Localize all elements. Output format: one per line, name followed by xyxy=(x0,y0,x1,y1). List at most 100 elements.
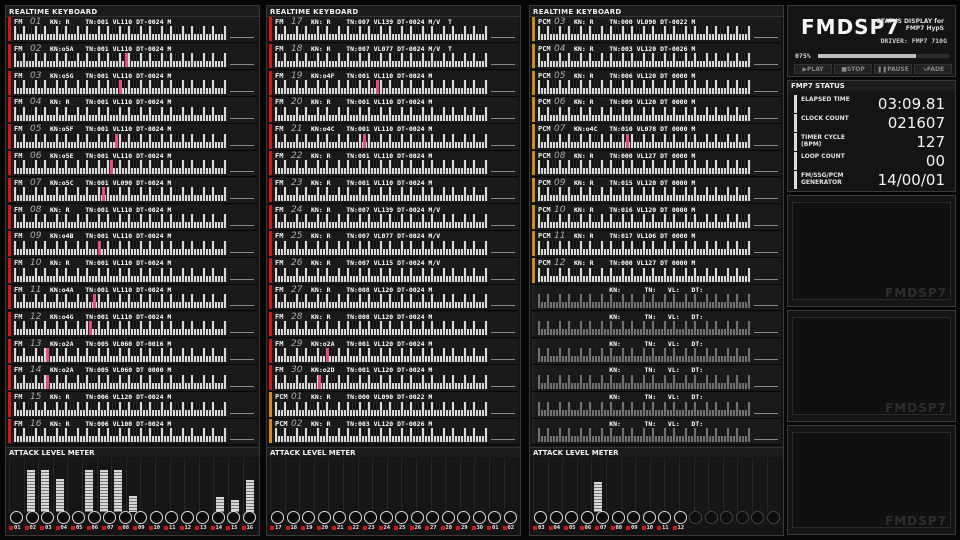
pan-knob[interactable] xyxy=(565,511,578,524)
channel-row[interactable]: PCM 02 KN: R TN:003 VL120 DT-0026 M xyxy=(269,419,518,446)
pan-knob[interactable] xyxy=(395,511,408,524)
channel-row[interactable]: KN: TN: VL: DT: xyxy=(532,285,781,312)
channel-row[interactable]: FM 23 KN: R TN:001 VL110 DT-0024 M xyxy=(269,177,518,205)
pan-knob[interactable] xyxy=(766,511,780,524)
pan-knob[interactable] xyxy=(472,511,486,524)
channel-row[interactable]: FM 14 KN:o2A TN:005 VL060 DT 0000 M xyxy=(8,365,257,392)
pan-knob[interactable] xyxy=(180,511,194,524)
pan-knob[interactable] xyxy=(534,511,547,524)
channel-row[interactable]: PCM 12 KN: R TN:000 VL127 DT 0000 M xyxy=(532,258,781,285)
pan-knob[interactable] xyxy=(165,511,178,524)
channel-row[interactable]: PCM 07 KN:o4C TN:010 VL078 DT 0000 M xyxy=(532,124,781,151)
pan-knob[interactable] xyxy=(72,511,85,524)
pan-knob[interactable] xyxy=(627,511,640,524)
pan-knob[interactable] xyxy=(364,511,377,524)
channel-row[interactable]: FM 12 KN:o4G TN:001 VL110 DT-0024 M xyxy=(8,311,257,339)
pan-knob[interactable] xyxy=(302,511,315,524)
channel-row[interactable]: FM 25 KN: R TN:007 VL077 DT-0024 M/V xyxy=(269,231,518,258)
channel-row[interactable]: KN: TN: VL: DT: xyxy=(532,365,781,392)
channel-row[interactable]: FM 03 KN:o5G TN:001 VL110 DT-0024 M xyxy=(8,70,257,97)
channel-row[interactable]: FM 15 KN: R TN:006 VL120 DT-0024 M xyxy=(8,392,257,419)
pan-knob[interactable] xyxy=(134,511,147,524)
pan-knob[interactable] xyxy=(720,511,733,524)
channel-row[interactable]: PCM 06 KN: R TN:009 VL120 DT 0000 M xyxy=(532,97,781,124)
channel-row[interactable]: FM 11 KN:o4A TN:001 VL110 DT-0024 M xyxy=(8,285,257,312)
channel-row[interactable]: FM 29 KN:o2A TN:001 VL120 DT-0024 M xyxy=(269,338,518,365)
pan-knob[interactable] xyxy=(503,511,517,524)
channel-row[interactable]: FM 30 KN:o2D TN:001 VL120 DT-0024 M xyxy=(269,365,518,392)
pan-knob[interactable] xyxy=(10,511,23,524)
channel-row[interactable]: FM 17 KN: R TN:007 VL139 DT-0024 M/V T xyxy=(269,17,518,44)
pan-knob[interactable] xyxy=(41,511,54,524)
channel-row[interactable]: FM 04 KN: R TN:001 VL110 DT-0024 M xyxy=(8,97,257,124)
stop-button[interactable]: ■STOP xyxy=(834,64,872,74)
pan-knob[interactable] xyxy=(211,511,225,524)
pan-knob[interactable] xyxy=(642,511,656,524)
pan-knob[interactable] xyxy=(658,511,671,524)
pan-knob[interactable] xyxy=(549,511,563,524)
channel-row[interactable]: FM 08 KN: R TN:001 VL110 DT-0024 M xyxy=(8,204,257,231)
pan-knob[interactable] xyxy=(426,511,439,524)
pan-knob[interactable] xyxy=(704,511,718,524)
channel-row[interactable]: FM 16 KN: R TN:006 VL100 DT-0024 M xyxy=(8,419,257,446)
pan-knob[interactable] xyxy=(271,511,284,524)
channel-row[interactable]: FM 19 KN:o4F TN:001 VL110 DT-0024 M xyxy=(269,70,518,97)
channel-row[interactable]: PCM 10 KN: R TN:016 VL120 DT 0000 M xyxy=(532,204,781,231)
pan-knob[interactable] xyxy=(286,511,300,524)
pan-knob[interactable] xyxy=(196,511,209,524)
channel-row[interactable]: KN: TN: VL: DT: xyxy=(532,419,781,446)
pan-knob[interactable] xyxy=(379,511,393,524)
channel-row[interactable]: FM 22 KN: R TN:001 VL110 DT-0024 M xyxy=(269,151,518,178)
channel-row[interactable]: FM 02 KN:o5A TN:001 VL110 DT-0024 M xyxy=(8,43,257,71)
channel-row[interactable]: FM 27 KN: R TN:008 VL120 DT-0024 M xyxy=(269,285,518,312)
channel-row[interactable]: FM 26 KN: R TN:007 VL115 DT-0024 M/V xyxy=(269,258,518,285)
channel-row[interactable]: FM 20 KN: R TN:001 VL110 DT-0024 M xyxy=(269,97,518,124)
pan-knob[interactable] xyxy=(410,511,424,524)
pan-knob[interactable] xyxy=(611,511,625,524)
channel-row[interactable]: PCM 03 KN: R TN:000 VL090 DT-0022 M xyxy=(532,17,781,44)
pan-knob[interactable] xyxy=(103,511,116,524)
pan-knob[interactable] xyxy=(488,511,501,524)
channel-row[interactable]: FM 05 KN:o5F TN:001 VL110 DT-0024 M xyxy=(8,124,257,151)
pan-knob[interactable] xyxy=(149,511,163,524)
pan-knob[interactable] xyxy=(317,511,331,524)
pan-knob[interactable] xyxy=(673,511,687,524)
channel-row[interactable]: PCM 09 KN: R TN:015 VL120 DT 0000 M xyxy=(532,177,781,205)
pan-knob[interactable] xyxy=(348,511,362,524)
channel-row[interactable]: PCM 01 KN: R TN:000 VL090 DT-0022 M xyxy=(269,392,518,419)
channel-row[interactable]: FM 18 KN: R TN:007 VL077 DT-0024 M/V T xyxy=(269,43,518,71)
channel-row[interactable]: FM 24 KN: R TN:007 VL139 DT-0024 M/V xyxy=(269,204,518,231)
channel-row[interactable]: KN: TN: VL: DT: xyxy=(532,338,781,365)
pan-knob[interactable] xyxy=(689,511,702,524)
pan-knob[interactable] xyxy=(56,511,70,524)
pan-knob[interactable] xyxy=(333,511,346,524)
pan-knob[interactable] xyxy=(580,511,594,524)
channel-row[interactable]: PCM 08 KN: R TN:000 VL127 DT 0000 M xyxy=(532,151,781,178)
pan-knob[interactable] xyxy=(25,511,39,524)
fade-button[interactable]: ↘FADE xyxy=(914,64,952,74)
channel-row[interactable]: FM 21 KN:o4C TN:001 VL110 DT-0024 M xyxy=(269,124,518,151)
play-button[interactable]: ▶PLAY xyxy=(794,64,832,74)
pan-knob[interactable] xyxy=(735,511,749,524)
channel-row[interactable]: PCM 05 KN: R TN:006 VL120 DT 0000 M xyxy=(532,70,781,97)
progress-bar[interactable] xyxy=(818,54,949,58)
pan-knob[interactable] xyxy=(118,511,132,524)
channel-row[interactable]: FM 13 KN:o2A TN:005 VL060 DT-0016 M xyxy=(8,338,257,365)
pan-knob[interactable] xyxy=(87,511,101,524)
channel-row[interactable]: FM 28 KN: R TN:008 VL120 DT-0024 M xyxy=(269,311,518,339)
channel-row[interactable]: KN: TN: VL: DT: xyxy=(532,311,781,339)
pan-knob[interactable] xyxy=(441,511,455,524)
pan-knob[interactable] xyxy=(751,511,764,524)
channel-row[interactable]: KN: TN: VL: DT: xyxy=(532,392,781,419)
pan-knob[interactable] xyxy=(242,511,256,524)
pan-knob[interactable] xyxy=(457,511,470,524)
pan-knob[interactable] xyxy=(227,511,240,524)
channel-row[interactable]: FM 09 KN:o4B TN:001 VL110 DT-0024 M xyxy=(8,231,257,258)
channel-row[interactable]: FM 07 KN:o5C TN:001 VL090 DT-0024 M xyxy=(8,177,257,205)
channel-row[interactable]: PCM 11 KN: R TN:017 VL106 DT 0000 M xyxy=(532,231,781,258)
channel-row[interactable]: FM 06 KN:o5E TN:001 VL110 DT-0024 M xyxy=(8,151,257,178)
channel-row[interactable]: FM 01 KN: R TN:001 VL110 DT-0024 M xyxy=(8,17,257,44)
channel-row[interactable]: FM 10 KN: R TN:001 VL110 DT-0024 M xyxy=(8,258,257,285)
pan-knob[interactable] xyxy=(596,511,609,524)
pause-button[interactable]: ❚❚PAUSE xyxy=(874,64,912,74)
